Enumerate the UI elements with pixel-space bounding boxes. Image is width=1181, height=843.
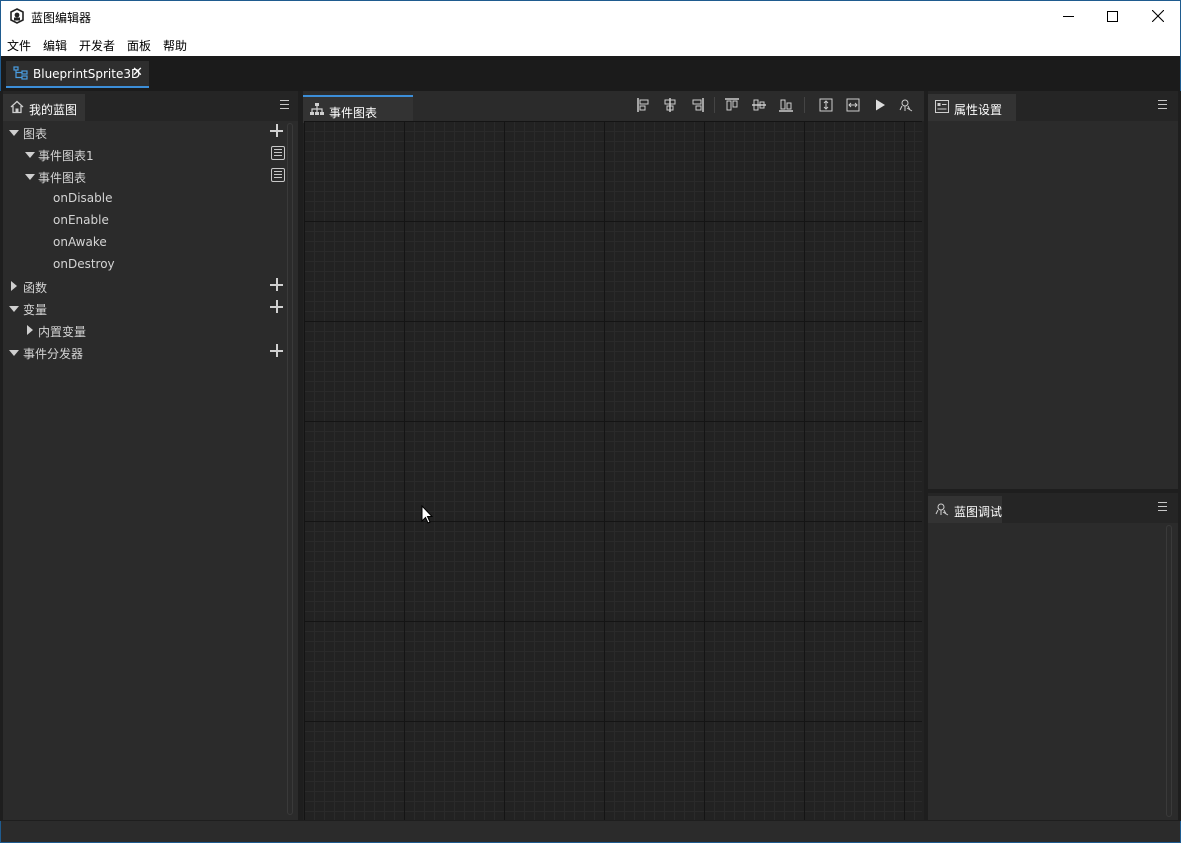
document-tab-bar: BlueprintSprite3D ✕ (0, 56, 1181, 91)
tree-builtin-vars-label: 内置变量 (38, 325, 87, 339)
align-middle-icon[interactable] (752, 98, 766, 112)
maximize-button[interactable] (1089, 1, 1135, 31)
tree-charts[interactable]: 图表 (3, 121, 293, 143)
cursor-icon (421, 505, 433, 524)
status-bar (0, 821, 1181, 843)
menu-developer[interactable]: 开发者 (79, 37, 115, 54)
menu-edit[interactable]: 编辑 (43, 37, 67, 54)
distribute-horizontal-icon[interactable] (846, 98, 860, 112)
properties-title: 属性设置 (954, 103, 1003, 117)
panel-menu-icon[interactable] (1158, 100, 1167, 110)
doc-tab-label: BlueprintSprite3D (33, 67, 141, 81)
expand-down-icon (9, 306, 19, 312)
tree-charts-label: 图表 (23, 127, 48, 141)
list-icon[interactable] (271, 146, 285, 160)
event-onenable: onEnable (53, 213, 109, 227)
toolbar-divider (804, 97, 805, 113)
tree-dispatchers[interactable]: 事件分发器 (3, 341, 293, 363)
list-icon[interactable] (271, 168, 285, 182)
expand-right-icon (27, 325, 33, 335)
debug-icon (935, 503, 949, 516)
tree-event-chart1[interactable]: 事件图表1 (3, 143, 293, 165)
event-onawake: onAwake (53, 235, 107, 249)
expand-down-icon (9, 130, 19, 136)
event-ondisable: onDisable (53, 191, 113, 205)
align-bottom-icon[interactable] (779, 98, 793, 112)
panel-menu-icon[interactable] (1158, 502, 1167, 512)
align-center-icon[interactable] (663, 98, 677, 112)
menu-help[interactable]: 帮助 (163, 37, 187, 54)
tree-builtin-vars[interactable]: 内置变量 (3, 319, 293, 341)
add-chart-icon[interactable] (270, 124, 283, 137)
align-right-icon[interactable] (690, 98, 704, 112)
play-icon[interactable] (873, 98, 887, 112)
menu-bar: 文件 编辑 开发者 面板 帮助 (0, 32, 1181, 56)
blueprint-debug-panel: 蓝图调试 (928, 493, 1178, 820)
tree-event-item[interactable]: onDestroy (3, 253, 293, 275)
properties-icon (935, 100, 949, 113)
doc-tab-close-button[interactable]: ✕ (132, 65, 143, 80)
align-left-icon[interactable] (637, 98, 651, 112)
tree-event-chart1-label: 事件图表1 (38, 149, 94, 163)
expand-right-icon (11, 281, 17, 291)
app-logo-icon (10, 8, 24, 24)
add-variable-icon[interactable] (270, 300, 283, 313)
graph-canvas[interactable] (304, 121, 922, 820)
menu-file[interactable]: 文件 (7, 37, 31, 54)
tree-functions-label: 函数 (23, 281, 48, 295)
panel-menu-icon[interactable] (280, 100, 289, 110)
minimize-icon (1062, 15, 1074, 17)
tree-event-item[interactable]: onEnable (3, 209, 293, 231)
tree-variables-label: 变量 (23, 303, 48, 317)
my-blueprint-title: 我的蓝图 (29, 103, 78, 117)
debug-icon[interactable] (899, 98, 913, 112)
window-title: 蓝图编辑器 (31, 11, 92, 25)
tree-event-chart[interactable]: 事件图表 (3, 165, 293, 187)
event-graph-title: 事件图表 (329, 106, 378, 120)
tree-event-item[interactable]: onDisable (3, 187, 293, 209)
expand-down-icon (9, 350, 19, 356)
my-blueprint-panel: 我的蓝图 图表 事件图表1 事件图表 onDisable onEnable on… (3, 91, 298, 820)
title-bar: 蓝图编辑器 (0, 0, 1181, 32)
tree-event-chart-label: 事件图表 (38, 171, 87, 185)
debug-header: 蓝图调试 (928, 493, 1178, 523)
tab-blueprint-debug[interactable]: 蓝图调试 (928, 496, 1002, 523)
event-graph-panel: 事件图表 (303, 91, 924, 820)
expand-down-icon (25, 174, 35, 180)
home-icon (10, 100, 24, 114)
tab-my-blueprint[interactable]: 我的蓝图 (3, 94, 85, 121)
tree-functions[interactable]: 函数 (3, 275, 293, 297)
debug-title: 蓝图调试 (954, 505, 1003, 519)
my-blueprint-header: 我的蓝图 (3, 91, 298, 121)
tree-variables[interactable]: 变量 (3, 297, 293, 319)
left-scrollbar[interactable] (287, 123, 293, 815)
add-dispatcher-icon[interactable] (270, 344, 283, 357)
event-ondestroy: onDestroy (53, 257, 115, 271)
align-top-icon[interactable] (725, 98, 739, 112)
tab-event-graph[interactable]: 事件图表 (303, 95, 413, 123)
close-icon (1152, 10, 1164, 22)
event-graph-header: 事件图表 (303, 91, 924, 123)
distribute-vertical-icon[interactable] (819, 98, 833, 112)
tree-event-item[interactable]: onAwake (3, 231, 293, 253)
properties-panel: 属性设置 (928, 91, 1178, 489)
hierarchy-icon (310, 103, 324, 115)
maximize-icon (1106, 10, 1118, 22)
menu-panel[interactable]: 面板 (127, 37, 151, 54)
tree-dispatchers-label: 事件分发器 (23, 347, 84, 361)
add-function-icon[interactable] (270, 278, 283, 291)
minimize-button[interactable] (1045, 1, 1091, 31)
blueprint-tree-icon (13, 66, 28, 80)
expand-down-icon (25, 152, 35, 158)
doc-tab-blueprint[interactable]: BlueprintSprite3D ✕ (6, 61, 149, 88)
debug-scrollbar[interactable] (1166, 525, 1172, 817)
tab-properties[interactable]: 属性设置 (928, 94, 1016, 121)
properties-header: 属性设置 (928, 91, 1178, 121)
toolbar-divider (714, 97, 715, 113)
close-window-button[interactable] (1135, 1, 1181, 31)
